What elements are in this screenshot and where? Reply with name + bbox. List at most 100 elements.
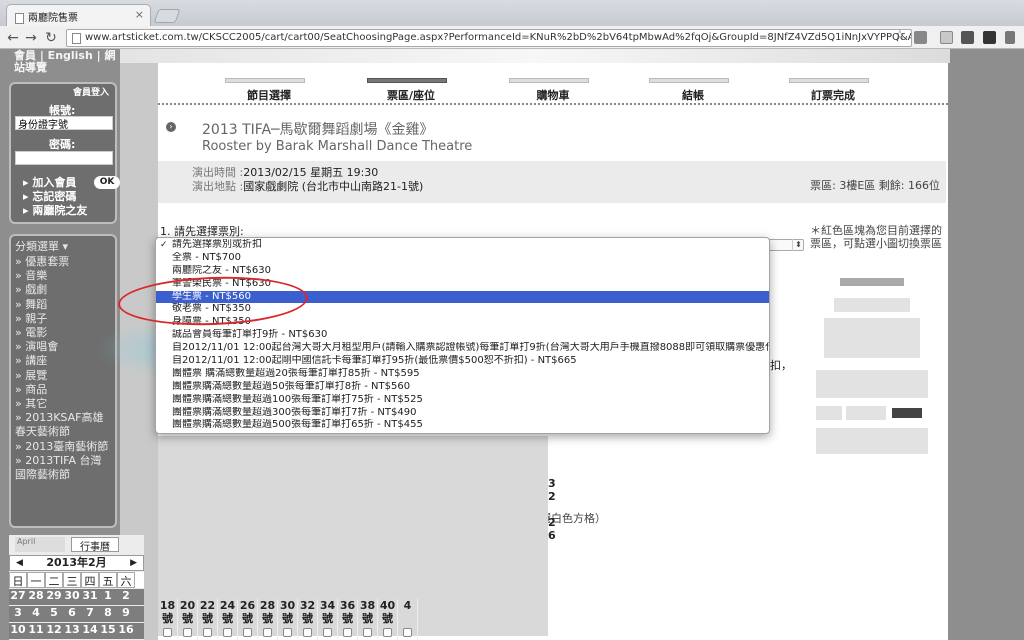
ticket-option[interactable]: 團體票 購滿總數量超過20張每筆訂單打85折 - NT$595 [156,368,769,381]
feed-extension-icon[interactable] [940,31,953,44]
seat-checkbox[interactable] [403,628,412,637]
ticket-option[interactable]: 團體票購滿總數量超過300張每筆訂單打7折 - NT$490 [156,407,769,420]
select-arrow-icon[interactable]: ⬍ [792,239,804,251]
ticket-option[interactable]: 團體票購滿總數量超過100張每筆訂單打75折 - NT$525 [156,394,769,407]
prev-month-icon[interactable]: ◀ [16,556,23,570]
calendar-day[interactable]: 7 [81,606,99,622]
category-item[interactable]: » 商品 [15,383,111,397]
screenshot-extension-icon[interactable] [983,31,996,44]
ticket-option[interactable]: 團體票購滿總數量超過500張每筆訂單打65折 - NT$455 [156,419,769,432]
calendar-day[interactable]: 15 [99,623,117,639]
close-tab-icon[interactable]: × [135,8,144,21]
seat-checkbox[interactable] [363,628,372,637]
seat[interactable]: 32 號 [298,599,318,639]
zone-block[interactable] [816,370,928,398]
seat[interactable]: 26 號 [238,599,258,639]
seat[interactable]: 30 號 [278,599,298,639]
seat[interactable]: 28 號 [258,599,278,639]
seat-checkbox[interactable] [203,628,212,637]
calendar-day[interactable]: 2 [117,589,135,605]
category-item[interactable]: » 2013TIFA 台灣國際藝術節 [15,454,111,482]
seat-checkbox[interactable] [343,628,352,637]
zone-block[interactable] [816,428,928,454]
calendar-day[interactable]: 9 [117,606,135,622]
next-month-icon[interactable]: ▶ [130,556,137,570]
seat[interactable]: 38 號 [358,599,378,639]
calendar-day[interactable]: 27 [9,589,27,605]
new-tab-button[interactable] [153,9,181,23]
calendar-day[interactable]: 13 [63,623,81,639]
forward-icon[interactable]: → [22,29,40,47]
calendar-day[interactable]: 12 [45,623,63,639]
seat-checkbox[interactable] [243,628,252,637]
seat-checkbox[interactable] [383,628,392,637]
ticket-option[interactable]: 兩廳院之友 - NT$630 [156,265,769,278]
reload-icon[interactable]: ↻ [42,29,60,47]
friends-link[interactable]: ▸ 兩廳院之友 [23,202,87,218]
calendar-day[interactable]: 3 [9,606,27,622]
back-icon[interactable]: ← [4,29,22,47]
venue-value: 國家戲劇院 (台北市中山南路21-1號) [243,180,424,193]
ok-button[interactable]: OK [94,176,120,189]
calendar-day[interactable]: 28 [27,589,45,605]
calendar-day[interactable]: 4 [27,606,45,622]
account-input[interactable] [15,116,113,130]
calendar-day[interactable]: 14 [81,623,99,639]
zone-block[interactable] [816,406,842,420]
menu-icon[interactable] [1005,31,1015,44]
calendar-day[interactable]: 11 [27,623,45,639]
tool-extension-icon[interactable] [961,31,974,44]
seat[interactable]: 20 號 [178,599,198,639]
seat-checkbox[interactable] [163,628,172,637]
calendar-day[interactable]: 31 [81,589,99,605]
ticket-option[interactable]: 誠品會員每筆訂單打9折 - NT$630 [156,329,769,342]
ticket-option[interactable]: 自2012/11/01 12:00起台灣大哥大月租型用戶(請輸入購票認證帳號)每… [156,342,769,355]
ticket-option[interactable]: 自2012/11/01 12:00起剛中國信託卡每筆訂單打95折(最低票價$50… [156,355,769,368]
calendar-day[interactable]: 8 [99,606,117,622]
seat-checkbox[interactable] [283,628,292,637]
category-item[interactable]: » 2013KSAF高雄春天藝術節 [15,411,111,439]
seat-checkbox[interactable] [323,628,332,637]
calendar-day[interactable]: 16 [117,623,135,639]
browser-tab[interactable]: 兩廳院售票 × [6,4,151,26]
seat[interactable]: 18 號 [158,599,178,639]
calendar-day[interactable]: 30 [63,589,81,605]
top-links[interactable]: 會員 | English | 網站導覽 [14,50,118,74]
calendar-day[interactable]: 1 [99,589,117,605]
ticket-option[interactable]: 全票 - NT$700 [156,252,769,265]
seat[interactable]: 40 號 [378,599,398,639]
category-item[interactable]: » 優惠套票 [15,255,111,269]
zone-block-selected[interactable] [892,408,922,418]
category-item[interactable]: » 2013臺南藝術節 [15,440,111,454]
calendar-day[interactable]: 29 [45,589,63,605]
seat[interactable]: 36 號 [338,599,358,639]
seat-checkbox[interactable] [223,628,232,637]
password-input[interactable] [15,151,113,165]
thumb-extension-icon[interactable] [914,31,927,44]
bookmark-star-icon[interactable]: ☆ [894,28,906,43]
calendar-day[interactable]: 6 [63,606,81,622]
calendar-tab[interactable]: 行事曆 [71,537,119,553]
seat[interactable]: 4 [398,599,418,639]
address-bar[interactable]: www.artsticket.com.tw/CKSCC2005/cart/car… [66,29,912,47]
seat-checkbox[interactable] [263,628,272,637]
category-item[interactable]: » 戲劇 [15,283,111,297]
seat[interactable]: 34 號 [318,599,338,639]
category-item[interactable]: » 音樂 [15,269,111,283]
calendar-day[interactable]: 5 [45,606,63,622]
seat-map-thumbnail[interactable] [816,278,936,458]
seat-suffix: 號 [362,612,373,625]
seat-checkbox[interactable] [303,628,312,637]
category-item[interactable]: » 舞蹈 [15,298,111,312]
zone-block[interactable] [846,406,886,420]
seat[interactable]: 22 號 [198,599,218,639]
calendar-day[interactable]: 10 [9,623,27,639]
zone-block[interactable] [824,318,920,358]
ticket-type-dropdown[interactable]: 請先選擇票別或折扣全票 - NT$700兩廳院之友 - NT$630軍警榮民票 … [155,237,770,434]
seat[interactable]: 24 號 [218,599,238,639]
zone-block[interactable] [834,298,910,312]
ticket-option[interactable]: 團體票購滿總數量超過50張每筆訂單打8折 - NT$560 [156,381,769,394]
seat-checkbox[interactable] [183,628,192,637]
ticket-option[interactable]: 請先選擇票別或折扣 [156,239,769,252]
category-item[interactable]: » 其它 [15,397,111,411]
